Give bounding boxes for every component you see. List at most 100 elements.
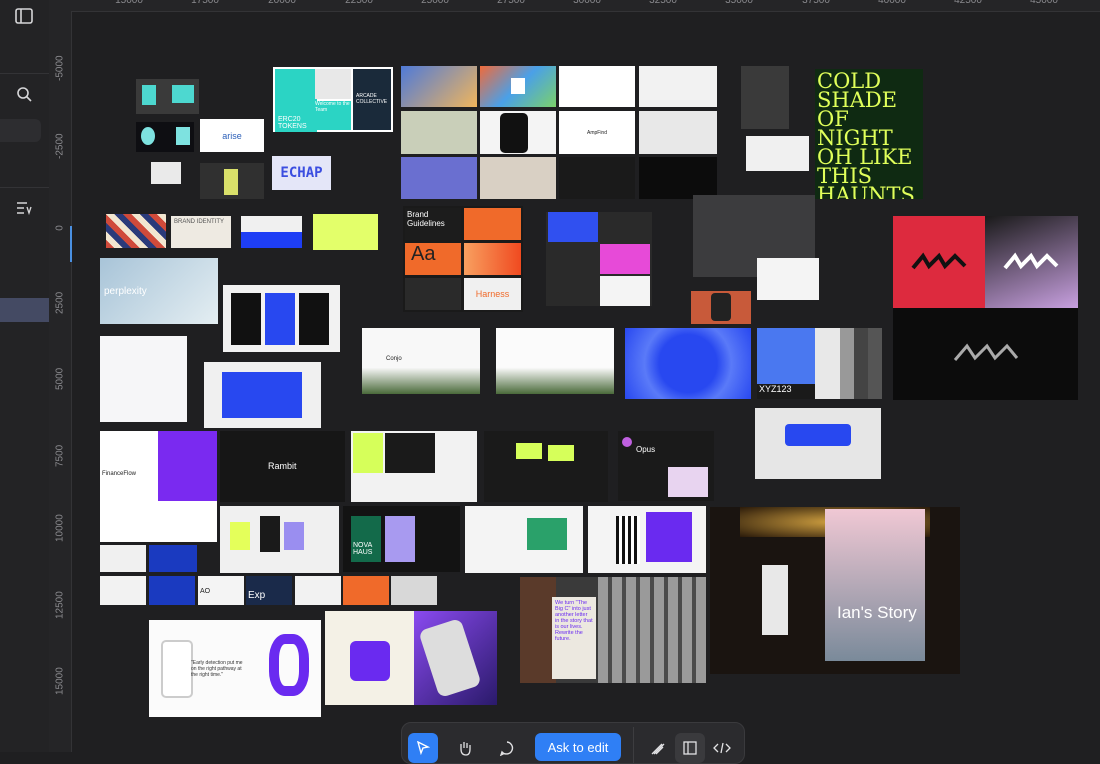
ruler-tick: 27500: [497, 0, 525, 6]
ruler-tick: 32500: [649, 0, 677, 6]
ask-to-edit-button[interactable]: Ask to edit: [535, 733, 621, 761]
thumbnail-perplexity[interactable]: perplexity: [100, 258, 218, 324]
thumbnail-conjo[interactable]: Conjo: [362, 328, 480, 394]
thumbnail[interactable]: [313, 214, 378, 250]
thumbnail-arcade[interactable]: ERC20 TOKENS Welcome to the Team ARCADE …: [273, 67, 393, 132]
comment-tool-icon[interactable]: [492, 733, 522, 763]
thumbnail-echap[interactable]: ECHAP: [272, 156, 331, 190]
thumb-label: Aa: [411, 243, 436, 265]
thumb-label: BRAND IDENTITY: [174, 219, 225, 225]
thumbnail[interactable]: [588, 506, 706, 573]
thumbnail[interactable]: [639, 111, 717, 154]
left-sidebar: [0, 0, 50, 752]
thumbnail[interactable]: [223, 285, 340, 352]
thumbnail[interactable]: [639, 157, 717, 199]
thumbnail[interactable]: [559, 157, 635, 199]
panel-toggle-icon[interactable]: [13, 5, 35, 27]
thumbnail[interactable]: [746, 136, 809, 171]
thumbnail-poster[interactable]: COLD SHADE OF NIGHT OH LIKE THIS HAUNTS …: [815, 69, 923, 199]
thumbnail[interactable]: [484, 431, 608, 502]
thumb-label: Harness: [475, 289, 510, 299]
thumbnail[interactable]: [414, 611, 497, 705]
thumbnail[interactable]: [343, 576, 389, 605]
thumbnail-arise[interactable]: arise: [200, 119, 264, 152]
thumb-label: Brand Guidelines: [407, 210, 445, 228]
thumbnail[interactable]: [136, 122, 194, 152]
thumbnail-harness[interactable]: Brand Guidelines Aa Harness: [403, 206, 523, 312]
thumbnail[interactable]: [325, 611, 414, 705]
thumb-label: ECHAP: [280, 165, 323, 181]
pointer-tool-icon[interactable]: [408, 733, 438, 763]
thumbnail[interactable]: [100, 576, 146, 605]
ruler-tick: 45000: [1030, 0, 1058, 6]
thumbnail[interactable]: [401, 111, 477, 154]
thumbnail[interactable]: [149, 576, 195, 605]
thumbnail[interactable]: [691, 291, 751, 324]
thumbnail[interactable]: [106, 214, 166, 248]
thumbnail[interactable]: [639, 66, 717, 107]
thumbnail[interactable]: [480, 66, 556, 107]
thumbnail-early-detection[interactable]: "Early detection put me on the right pat…: [149, 620, 321, 717]
thumbnail[interactable]: [136, 79, 199, 114]
thumbnail[interactable]: [100, 336, 187, 422]
thumbnail-financeflow[interactable]: FinanceFlow: [100, 431, 217, 542]
thumbnail[interactable]: [465, 506, 583, 573]
thumb-label: Opus: [636, 445, 656, 454]
ruler-tick: 25000: [421, 0, 449, 6]
thumbnail[interactable]: [149, 545, 197, 572]
sidebar-item[interactable]: [0, 119, 41, 142]
thumb-label: Welcome to the Team: [315, 101, 350, 113]
thumbnail[interactable]: [559, 66, 635, 107]
thumbnail[interactable]: [204, 362, 321, 428]
thumbnail-ians-story[interactable]: Ian's Story: [710, 507, 960, 674]
thumbnail[interactable]: [151, 162, 181, 184]
ruler-tick: 35000: [725, 0, 753, 6]
thumbnail[interactable]: [100, 545, 146, 572]
thumbnail-ampfind[interactable]: AmpFind: [559, 111, 635, 154]
thumbnail[interactable]: [496, 328, 614, 394]
thumbnail[interactable]: [295, 576, 341, 605]
thumb-label: arise: [222, 130, 242, 141]
sidebar-divider: [0, 187, 49, 188]
thumbnail[interactable]: [757, 258, 819, 300]
thumbnail[interactable]: [241, 216, 302, 248]
thumb-label: FinanceFlow: [102, 471, 137, 477]
thumbnail-big-c[interactable]: We turn "The Big C" into just another le…: [520, 577, 706, 683]
thumbnail[interactable]: [200, 163, 264, 199]
ruler-tick: 7500: [54, 444, 66, 467]
ruler-tick: 15000: [115, 0, 143, 6]
list-filter-icon[interactable]: [13, 197, 35, 219]
thumbnail-logo-set[interactable]: [893, 216, 1078, 400]
design-mode-icon[interactable]: [675, 733, 705, 763]
thumbnail[interactable]: [480, 157, 556, 199]
code-view-icon[interactable]: [707, 733, 737, 763]
thumbnail[interactable]: [351, 431, 477, 502]
thumbnail-nova[interactable]: NOVA HAUS: [343, 506, 460, 572]
thumb-label: AmpFind: [586, 129, 607, 136]
thumbnail-opus[interactable]: Opus: [618, 431, 714, 501]
search-icon[interactable]: [13, 83, 35, 105]
draw-tool-icon[interactable]: [643, 733, 673, 763]
ruler-tick: 37500: [802, 0, 830, 6]
thumbnail[interactable]: [546, 212, 652, 306]
sidebar-item-active[interactable]: [0, 298, 49, 322]
vertical-ruler: -5000 -2500 0 2500 5000 7500 10000 12500…: [49, 0, 72, 752]
thumbnail[interactable]: [401, 66, 477, 107]
thumbnail[interactable]: [755, 408, 881, 479]
ruler-tick: 20000: [268, 0, 296, 6]
thumbnail-rambit[interactable]: Rambit: [220, 431, 345, 502]
thumbnail[interactable]: [391, 576, 437, 605]
thumbnail[interactable]: AO: [198, 576, 244, 605]
thumbnail[interactable]: [401, 157, 477, 199]
thumbnail[interactable]: [480, 111, 556, 154]
thumb-label: perplexity: [104, 286, 147, 297]
ruler-tick: 12500: [54, 591, 66, 619]
thumbnail[interactable]: [741, 66, 789, 129]
thumbnail[interactable]: [625, 328, 751, 399]
thumbnail-brand-identity[interactable]: BRAND IDENTITY: [171, 216, 231, 248]
thumbnail-xyz[interactable]: XYZ123: [757, 328, 882, 399]
thumb-label: AO: [200, 588, 211, 595]
hand-tool-icon[interactable]: [450, 733, 480, 763]
thumbnail[interactable]: Exp: [246, 576, 292, 605]
thumbnail[interactable]: [220, 506, 339, 573]
